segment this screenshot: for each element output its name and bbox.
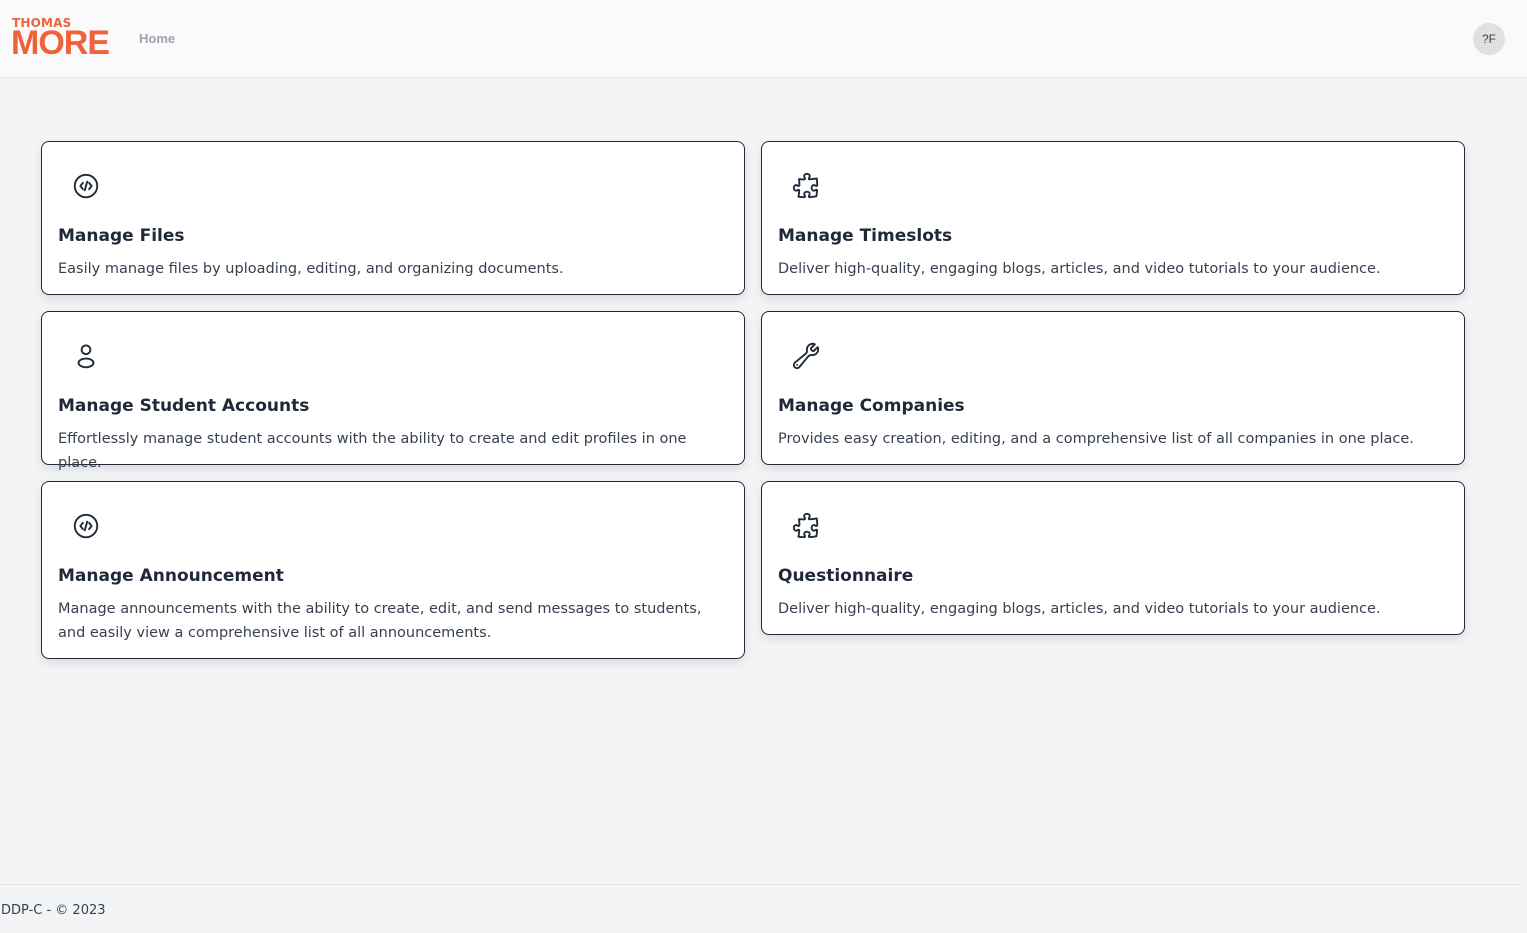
card-manage-student-accounts[interactable]: Manage Student Accounts Effortlessly man…	[41, 311, 745, 471]
card-manage-timeslots[interactable]: Manage Timeslots Deliver high-quality, e…	[761, 141, 1465, 295]
user-icon	[71, 341, 101, 371]
puzzle-icon	[791, 171, 821, 201]
footer-copyright: DDP-C - © 2023	[1, 903, 106, 918]
nav-home-link[interactable]: Home	[139, 31, 175, 46]
footer-divider	[0, 884, 1520, 885]
card-manage-companies[interactable]: Manage Companies Provides easy creation,…	[761, 311, 1465, 465]
card-description: Manage announcements with the ability to…	[58, 601, 702, 641]
card-questionnaire[interactable]: Questionnaire Deliver high-quality, enga…	[761, 481, 1465, 635]
card-manage-announcement[interactable]: Manage Announcement Manage announcements…	[41, 481, 745, 659]
code-circle-icon	[71, 171, 101, 201]
card-manage-files[interactable]: Manage Files Easily manage files by uplo…	[41, 141, 745, 295]
puzzle-icon	[791, 511, 821, 541]
card-title: Questionnaire	[778, 566, 914, 586]
card-description: Deliver high-quality, engaging blogs, ar…	[778, 261, 1381, 277]
card-description: Deliver high-quality, engaging blogs, ar…	[778, 601, 1381, 617]
top-navbar: THOMAS MORE Home ?F	[0, 0, 1527, 78]
user-avatar[interactable]: ?F	[1473, 23, 1505, 55]
logo-text-bottom: MORE	[11, 24, 110, 62]
card-title: Manage Companies	[778, 396, 965, 416]
card-title: Manage Timeslots	[778, 226, 953, 246]
card-title: Manage Files	[58, 226, 185, 246]
card-description: Provides easy creation, editing, and a c…	[778, 431, 1414, 447]
card-title: Manage Student Accounts	[58, 396, 310, 416]
thomas-more-logo[interactable]: THOMAS MORE	[11, 14, 116, 62]
card-title: Manage Announcement	[58, 566, 284, 586]
card-description: Effortlessly manage student accounts wit…	[58, 431, 687, 471]
code-circle-icon	[71, 511, 101, 541]
wrench-icon	[791, 341, 821, 371]
card-description: Easily manage files by uploading, editin…	[58, 261, 564, 277]
